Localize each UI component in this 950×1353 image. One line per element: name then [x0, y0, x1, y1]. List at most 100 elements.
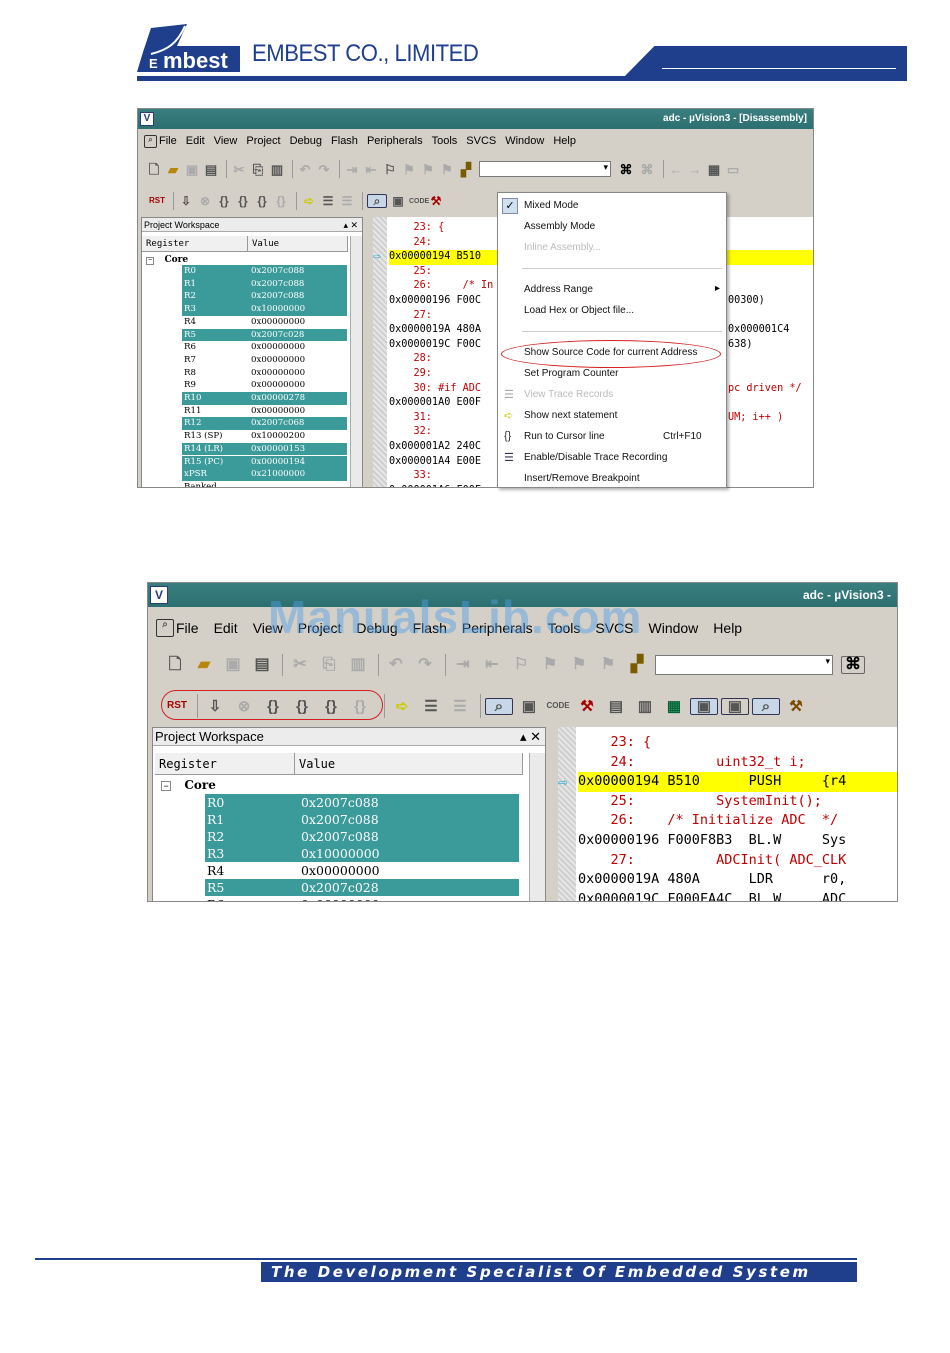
register-row[interactable]: R3 0x10000000	[205, 845, 519, 862]
code-line[interactable]: 25: SystemInit();	[578, 792, 897, 812]
find-icon[interactable]: ⌘	[617, 163, 635, 176]
column-register[interactable]: Register	[155, 753, 295, 774]
run-to-cursor-icon[interactable]: {}	[273, 195, 289, 207]
find-icon[interactable]: ⌘	[841, 656, 865, 674]
register-row[interactable]: R13 (SP) 0x10000200	[182, 430, 347, 443]
serial-window-icon[interactable]: ▦	[661, 699, 687, 714]
register-row[interactable]: xPSR 0x21000000	[182, 468, 347, 481]
find-combo[interactable]	[479, 161, 611, 177]
menu-peripherals[interactable]: Peripherals	[367, 135, 423, 147]
menu-item-enable-disable-trace-recording[interactable]: Enable/Disable Trace Recording	[524, 452, 667, 463]
unindent-icon[interactable]: ⇤	[363, 163, 379, 176]
register-value[interactable]: 0x2007c088	[249, 277, 347, 291]
column-value[interactable]: Value	[248, 236, 348, 251]
new-file-icon[interactable]: 🗋	[146, 163, 162, 176]
build-hammer-icon[interactable]: ⚒	[783, 699, 809, 714]
performance-analyzer-icon[interactable]: ⚒	[428, 195, 444, 207]
register-value[interactable]: 0x00000000	[249, 316, 347, 329]
paste-icon[interactable]: ▥	[345, 657, 371, 673]
register-row[interactable]: R6 0x00000000	[182, 341, 347, 354]
print-icon[interactable]: ▭	[725, 163, 741, 176]
menu-svcs[interactable]: SVCS	[466, 135, 496, 147]
copy-icon[interactable]: ⎘	[316, 657, 342, 673]
call-stack-icon[interactable]: ⌕	[752, 697, 780, 715]
open-folder-icon[interactable]: ▰	[191, 657, 217, 673]
code-coverage-icon[interactable]: CODE	[545, 702, 571, 710]
bookmark-clear-icon[interactable]: ⚑	[439, 163, 455, 176]
register-value[interactable]: 0x2007c088	[299, 811, 519, 828]
register-row[interactable]: R10 0x00000278	[182, 392, 347, 405]
register-row[interactable]: R1 0x2007c088	[182, 277, 347, 291]
register-value[interactable]: 0x2007c088	[249, 265, 347, 278]
register-value[interactable]: 0x00000000	[249, 367, 347, 380]
register-value[interactable]: 0x00000000	[299, 896, 519, 901]
undo-icon[interactable]: ↶	[297, 163, 313, 176]
register-row[interactable]: R0 0x2007c088	[205, 794, 519, 811]
watch-window-icon[interactable]: ▣	[390, 195, 406, 207]
menu-item-show-next-statement[interactable]: Show next statement	[524, 410, 617, 421]
menu-window[interactable]: Window	[649, 620, 699, 636]
register-value[interactable]: 0x2007c028	[249, 328, 347, 342]
register-value[interactable]: 0x2007c088	[299, 828, 519, 845]
register-row[interactable]: R7 0x00000000	[182, 354, 347, 367]
register-value[interactable]: 0x00000000	[299, 862, 519, 879]
register-value[interactable]: 0x00000000	[249, 341, 347, 354]
bookmark-icon[interactable]: ⚐	[508, 657, 534, 673]
menu-project[interactable]: Project	[246, 135, 280, 147]
column-register[interactable]: Register	[142, 236, 248, 251]
bookmark-prev-icon[interactable]: ⚑	[420, 163, 436, 176]
view-trace-icon[interactable]: ☰	[447, 699, 473, 714]
open-folder-icon[interactable]: ▰	[165, 163, 181, 176]
indent-icon[interactable]: ⇥	[344, 163, 360, 176]
menu-item-mixed-mode[interactable]: Mixed Mode	[524, 200, 578, 211]
collapse-icon[interactable]: −	[161, 781, 171, 791]
menu-flash[interactable]: Flash	[331, 135, 358, 147]
tree-group-core[interactable]: − Core	[161, 778, 216, 792]
code-line[interactable]: 26: /* Initialize ADC */	[578, 811, 897, 831]
register-row[interactable]: R5 0x2007c028	[205, 879, 519, 896]
new-file-icon[interactable]: 🗋	[162, 657, 188, 673]
workspace-controls[interactable]: ▴ ✕	[520, 728, 541, 746]
find-in-files-icon[interactable]: ▞	[624, 657, 650, 673]
bookmark-icon[interactable]: ⚐	[382, 163, 398, 176]
tree-group-core[interactable]: − Core	[146, 254, 188, 265]
uvision-menu-icon[interactable]: ⌕	[144, 134, 157, 148]
column-value[interactable]: Value	[295, 753, 523, 774]
menu-edit[interactable]: Edit	[214, 620, 238, 636]
menu-tools[interactable]: Tools	[432, 135, 458, 147]
toolbox-icon[interactable]: ▣	[690, 697, 718, 715]
view-trace-icon[interactable]: ☰	[339, 195, 355, 207]
save-all-icon[interactable]: ▤	[249, 657, 275, 673]
code-line[interactable]: 23: {	[578, 733, 897, 753]
menu-debug[interactable]: Debug	[290, 135, 322, 147]
uvision-menu-icon[interactable]: ⌕	[156, 619, 174, 637]
run-icon[interactable]: ⇩	[178, 195, 194, 207]
register-row[interactable]: R4 0x00000000	[182, 316, 347, 329]
save-icon[interactable]: ▣	[220, 657, 246, 673]
register-row[interactable]: R0 0x2007c088	[182, 265, 347, 278]
register-row[interactable]: R2 0x2007c088	[182, 290, 347, 304]
code-line[interactable]: 0x00000196 F000F8B3 BL.W Sys	[578, 831, 897, 851]
stop-icon[interactable]: ⊗	[197, 195, 213, 207]
trace-record-icon[interactable]: ☰	[418, 699, 444, 714]
register-row[interactable]: Banked	[182, 481, 347, 487]
register-value[interactable]: 0x2007c068	[249, 417, 347, 431]
bookmark-next-icon[interactable]: ⚑	[401, 163, 417, 176]
menu-file[interactable]: File	[159, 135, 177, 147]
menu-item-assembly-mode[interactable]: Assembly Mode	[524, 221, 595, 232]
cut-icon[interactable]: ✂	[287, 657, 313, 673]
register-value[interactable]	[249, 481, 347, 487]
register-row[interactable]: R15 (PC) 0x00000194	[182, 455, 347, 469]
forward-icon[interactable]: →	[687, 163, 703, 176]
trace-record-icon[interactable]: ☰	[320, 195, 336, 207]
bookmark-prev-icon[interactable]: ⚑	[566, 657, 592, 673]
disassembly-window-icon[interactable]: ⌕	[485, 697, 513, 715]
register-value[interactable]: 0x10000000	[299, 845, 519, 862]
code-line[interactable]: 0x00000194 B510 PUSH {r4	[578, 772, 897, 792]
redo-icon[interactable]: ↷	[412, 657, 438, 673]
register-row[interactable]: R4 0x00000000	[205, 862, 519, 879]
register-row[interactable]: R12 0x2007c068	[182, 417, 347, 431]
menu-item-insert-remove-breakpoint[interactable]: Insert/Remove Breakpoint	[524, 473, 640, 484]
back-icon[interactable]: ←	[668, 163, 684, 176]
workspace-controls[interactable]: ▴ ✕	[343, 218, 358, 232]
